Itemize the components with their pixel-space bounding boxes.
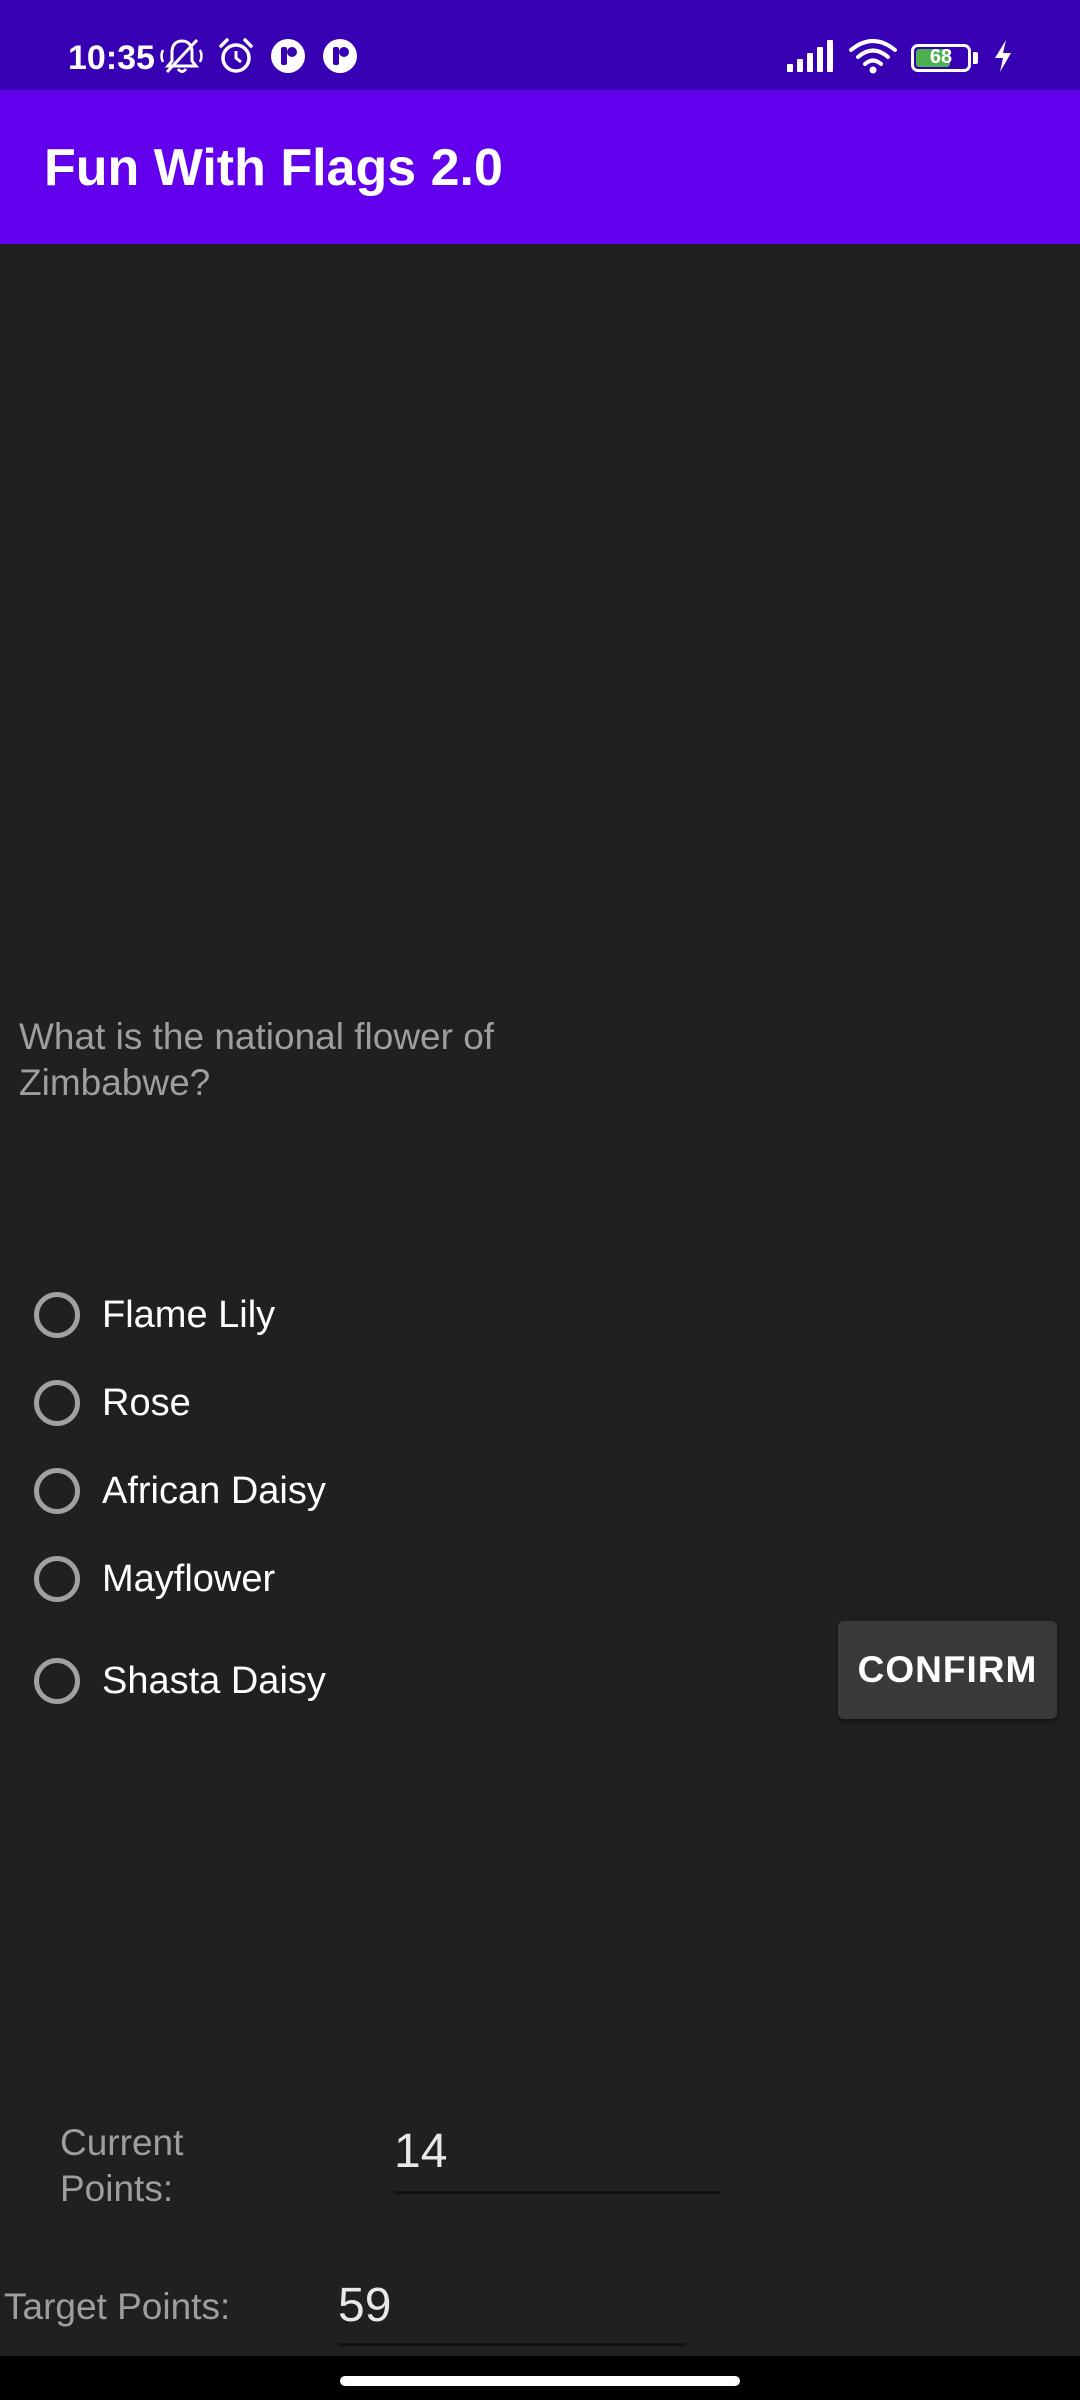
option-mayflower[interactable]: Mayflower <box>30 1547 275 1611</box>
current-points-field[interactable]: 14 <box>394 2122 720 2194</box>
status-icons-left <box>160 36 360 80</box>
question-text: What is the national flower of Zimbabwe? <box>19 1016 495 1103</box>
option-flame-lily[interactable]: Flame Lily <box>30 1283 275 1347</box>
wifi-icon <box>849 38 897 79</box>
current-points-label: Current Points: <box>60 2122 184 2209</box>
option-label: Rose <box>102 1381 191 1424</box>
status-icons-right: 68 <box>787 36 1014 80</box>
battery-icon: 68 <box>911 44 971 72</box>
option-label: Flame Lily <box>102 1293 276 1336</box>
battery-cap <box>973 52 978 64</box>
option-rose[interactable]: Rose <box>30 1371 191 1435</box>
confirm-button[interactable]: CONFIRM <box>838 1621 1057 1719</box>
app-bar: Fun With Flags 2.0 <box>0 90 1080 244</box>
option-label: Shasta Daisy <box>102 1659 326 1702</box>
option-african-daisy[interactable]: African Daisy <box>30 1459 326 1523</box>
app-notification-icon <box>268 36 308 81</box>
home-indicator[interactable] <box>340 2376 740 2386</box>
alarm-icon <box>216 36 256 81</box>
navigation-bar <box>0 2356 1080 2400</box>
radio-button-icon[interactable] <box>34 1556 80 1602</box>
status-bar: 10:35 68 <box>0 0 1080 90</box>
charging-icon <box>992 38 1014 79</box>
app-title: Fun With Flags 2.0 <box>44 139 503 197</box>
status-time: 10:35 <box>68 39 155 77</box>
signal-icon <box>787 39 835 77</box>
option-label: Mayflower <box>102 1557 276 1600</box>
notifications-muted-icon <box>160 34 204 83</box>
target-points-field[interactable]: 59 <box>338 2276 686 2346</box>
radio-button-icon[interactable] <box>34 1658 80 1704</box>
option-shasta-daisy[interactable]: Shasta Daisy <box>30 1649 326 1713</box>
radio-button-icon[interactable] <box>34 1380 80 1426</box>
radio-button-icon[interactable] <box>34 1292 80 1338</box>
battery-level: 68 <box>929 46 953 68</box>
app-notification-icon <box>320 36 360 81</box>
option-label: African Daisy <box>102 1469 326 1512</box>
radio-button-icon[interactable] <box>34 1468 80 1514</box>
target-points-label: Target Points: <box>4 2286 231 2327</box>
